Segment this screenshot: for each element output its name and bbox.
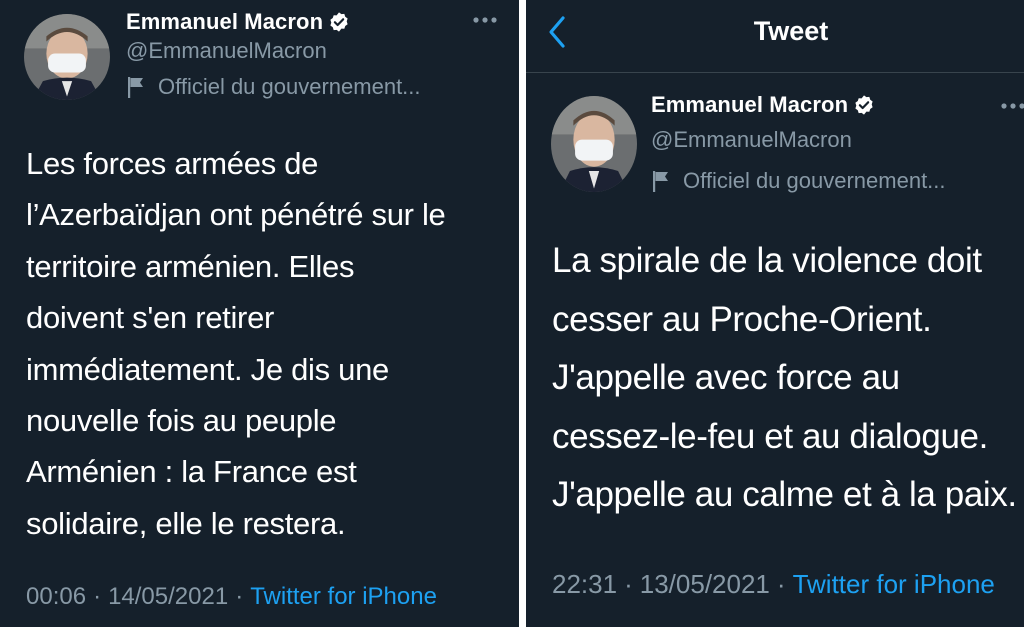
tweet-date: 14/05/2021: [108, 583, 229, 610]
more-horizontal-icon[interactable]: [472, 16, 498, 24]
tweet-text-line: solidaire, elle le restera.: [26, 505, 346, 541]
tweet-text-line: cesser au Proche-Orient.: [552, 299, 932, 339]
tweet-text-line: J'appelle avec force au: [552, 358, 900, 398]
tweet-metadata: 00:06 · 14/05/2021 · Twitter for iPhone: [26, 583, 437, 611]
tweet-text-line: Les forces armées de: [26, 146, 319, 181]
separator: ·: [93, 583, 102, 610]
tweet-text-line: Arménien : la France est: [26, 454, 357, 490]
tweet-metadata: 22:31 · 13/05/2021 · Twitter for iPhone: [552, 569, 995, 600]
separator: ·: [624, 569, 633, 599]
tweet-text-line: immédiatement. Je dis une: [26, 351, 389, 387]
tweet-time: 22:31: [552, 569, 618, 599]
page-title: Tweet: [753, 16, 829, 46]
more-horizontal-icon[interactable]: [1000, 102, 1024, 110]
left-tweet-panel: Emmanuel Macron @EmmanuelMacron Officiel…: [0, 0, 519, 627]
government-label[interactable]: Officiel du gouvernement...: [126, 74, 421, 100]
tweet-text-line: cessez-le-feu et au dialogue.: [552, 416, 988, 456]
tweet-text-line: doivent s'en retirer: [26, 300, 275, 336]
government-label-text: Officiel du gouvernement...: [158, 74, 421, 99]
header-divider: [526, 72, 1024, 73]
avatar-image: [24, 14, 110, 100]
author-name-row: Emmanuel Macron: [126, 9, 350, 35]
tweet-body-text: La spirale de la violence doit cesser au…: [552, 232, 1017, 525]
tweet-time: 00:06: [26, 583, 87, 610]
avatar-image: [551, 96, 637, 192]
author-handle[interactable]: @EmmanuelMacron: [126, 38, 327, 64]
tweet-text-line: territoire arménien. Elles: [26, 248, 355, 284]
tweet-text-line: nouvelle fois au peuple: [26, 403, 337, 439]
government-label[interactable]: Officiel du gouvernement...: [651, 168, 946, 194]
author-display-name[interactable]: Emmanuel Macron: [126, 9, 323, 35]
government-label-text: Officiel du gouvernement...: [683, 168, 946, 193]
avatar[interactable]: [24, 14, 110, 100]
verified-badge-icon: [328, 11, 350, 33]
tweet-date: 13/05/2021: [639, 569, 770, 599]
separator: ·: [776, 569, 786, 599]
separator: ·: [235, 583, 244, 610]
flag-icon: [651, 170, 671, 192]
tweet-text-line: La spirale de la violence doit: [552, 241, 982, 280]
tweet-body-text: Les forces armées de l’Azerbaïdjan ont p…: [26, 138, 446, 549]
avatar[interactable]: [551, 96, 637, 192]
verified-badge-icon: [853, 94, 875, 116]
tweet-source-link[interactable]: Twitter for iPhone: [793, 569, 995, 600]
flag-icon: [126, 76, 146, 98]
author-handle[interactable]: @EmmanuelMacron: [651, 127, 852, 153]
author-display-name[interactable]: Emmanuel Macron: [651, 92, 848, 118]
tweet-text-line: J'appelle au calme et à la paix.: [552, 475, 1017, 515]
tweet-text-line: l’Azerbaïdjan ont pénétré sur le: [26, 197, 446, 233]
screenshot-canvas: Emmanuel Macron @EmmanuelMacron Officiel…: [0, 0, 1024, 627]
tweet-source-link[interactable]: Twitter for iPhone: [250, 583, 437, 611]
right-tweet-panel: Tweet Emmanuel Macron @EmmanuelMacron Of…: [526, 0, 1024, 627]
author-name-row: Emmanuel Macron: [651, 92, 875, 118]
